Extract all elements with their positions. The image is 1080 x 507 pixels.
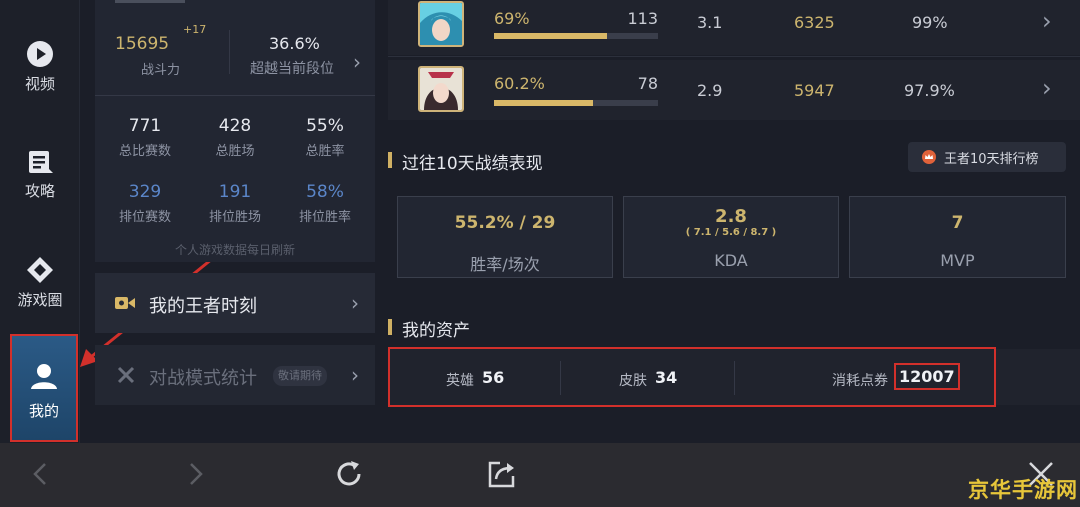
power-label: 战斗力 bbox=[141, 63, 181, 78]
forward-icon[interactable] bbox=[178, 457, 212, 491]
hero-games: 78 bbox=[637, 74, 658, 93]
crossed-swords-icon bbox=[117, 366, 135, 384]
nav-item-community[interactable]: 游戏圈 bbox=[0, 246, 80, 336]
coupon-value: 12007 bbox=[894, 363, 960, 390]
ranked-winrate-label: 排位胜率 bbox=[298, 210, 351, 225]
community-icon bbox=[27, 257, 53, 283]
refresh-note: 个人游戏数据每日刷新 bbox=[174, 243, 295, 257]
hero-row[interactable]: 60.2% 78 2.9 5947 97.9% › bbox=[388, 60, 1080, 120]
browser-toolbar bbox=[0, 443, 1080, 507]
hero-kda: 3.1 bbox=[697, 13, 723, 32]
ranked-games-value: 329 bbox=[128, 182, 162, 202]
divider bbox=[560, 361, 561, 395]
win-rate-bar bbox=[494, 100, 658, 106]
mvp-label: MVP bbox=[940, 251, 975, 270]
hero-score: 6325 bbox=[794, 13, 835, 32]
ranking-button-label: 王者10天排行榜 bbox=[944, 152, 1039, 167]
ranked-wins-label: 排位胜场 bbox=[208, 210, 261, 225]
kda-detail: ( 7.1 / 5.6 / 8.7 ) bbox=[685, 227, 777, 238]
hero-row[interactable]: 69% 113 3.1 6325 99% › bbox=[388, 0, 1080, 55]
divider bbox=[388, 56, 1080, 57]
divider bbox=[734, 361, 735, 395]
mvp-value: 7 bbox=[951, 213, 964, 233]
assets-section-title: 我的资产 bbox=[402, 321, 470, 341]
nav-item-guide[interactable]: 攻略 bbox=[0, 138, 80, 228]
nav-item-me[interactable]: 我的 bbox=[10, 334, 78, 442]
win-rate-bar-fill bbox=[494, 33, 608, 39]
assets-row: 英雄 56 皮肤 34 消耗点券 12007 bbox=[388, 347, 996, 407]
chevron-right-icon: › bbox=[1042, 7, 1052, 35]
guide-icon bbox=[29, 151, 53, 173]
total-winrate-label: 总胜率 bbox=[305, 144, 345, 159]
coupon-label: 消耗点券 bbox=[832, 373, 888, 389]
hero-percent: 99% bbox=[912, 13, 948, 32]
chevron-right-icon: › bbox=[351, 291, 359, 315]
skin-count-value: 34 bbox=[655, 368, 678, 387]
back-icon[interactable] bbox=[24, 457, 58, 491]
profile-panel: 15695 +17 战斗力 36.6% 超越当前段位 › 771 总比赛数 42… bbox=[95, 0, 375, 262]
play-circle-icon bbox=[27, 41, 53, 67]
power-value: 15695 bbox=[115, 34, 170, 54]
hero-avatar bbox=[418, 1, 464, 47]
skin-count-label: 皮肤 bbox=[619, 373, 647, 389]
chevron-right-icon: › bbox=[351, 363, 359, 387]
hero-games: 113 bbox=[627, 9, 658, 28]
mvp-box: 7 MVP bbox=[849, 196, 1066, 278]
hero-avatar bbox=[418, 66, 464, 112]
hero-count-value: 56 bbox=[482, 368, 505, 387]
nav-label-video: 视频 bbox=[24, 75, 55, 93]
total-wins-value: 428 bbox=[218, 116, 252, 136]
assets-row-extension bbox=[996, 349, 1080, 405]
ranked-games-label: 排位赛数 bbox=[118, 210, 171, 225]
divider bbox=[229, 30, 230, 74]
hero-win-rate: 69% bbox=[494, 9, 530, 28]
user-icon bbox=[31, 364, 57, 389]
hero-win-rate: 60.2% bbox=[494, 74, 545, 93]
ranked-wins-value: 191 bbox=[218, 182, 252, 202]
hero-score: 5947 bbox=[794, 81, 835, 100]
hero-count-label: 英雄 bbox=[446, 373, 474, 389]
hero-percent: 97.9% bbox=[904, 81, 955, 100]
watermark: 京华手游网 bbox=[968, 478, 1078, 502]
refresh-icon[interactable] bbox=[332, 457, 366, 491]
chevron-right-icon[interactable]: › bbox=[353, 50, 361, 74]
video-camera-icon bbox=[115, 297, 135, 309]
share-icon[interactable] bbox=[485, 457, 519, 491]
kda-box: 2.8 ( 7.1 / 5.6 / 8.7 ) KDA bbox=[623, 196, 839, 278]
kda-value: 2.8 bbox=[715, 206, 747, 227]
power-delta: +17 bbox=[183, 23, 207, 36]
battle-mode-stats-row[interactable]: 对战模式统计 敬请期待 › bbox=[95, 345, 375, 405]
nav-label-guide: 攻略 bbox=[24, 182, 55, 200]
crown-icon bbox=[922, 150, 936, 164]
win-rate-bar bbox=[494, 33, 658, 39]
winrate-value: 55.2% / 29 bbox=[454, 213, 556, 233]
surpass-label: 超越当前段位 bbox=[250, 61, 334, 77]
winrate-label: 胜率/场次 bbox=[470, 255, 540, 274]
hero-kda: 2.9 bbox=[697, 81, 723, 100]
ranked-winrate-value: 58% bbox=[306, 182, 344, 202]
coming-soon-badge: 敬请期待 bbox=[273, 366, 327, 386]
battle-mode-label: 对战模式统计 bbox=[149, 368, 257, 389]
total-wins-label: 总胜场 bbox=[215, 144, 255, 159]
surpass-value: 36.6% bbox=[269, 34, 320, 53]
total-winrate-value: 55% bbox=[306, 116, 344, 136]
win-rate-bar-fill bbox=[494, 100, 593, 106]
panel-top-fragment bbox=[115, 0, 185, 3]
chevron-right-icon: › bbox=[1042, 74, 1052, 102]
ranking-button[interactable]: 王者10天排行榜 bbox=[908, 142, 1066, 172]
section-marker bbox=[388, 152, 392, 168]
my-moments-row[interactable]: 我的王者时刻 › bbox=[95, 273, 375, 333]
kda-label: KDA bbox=[714, 251, 748, 270]
recent-section-title: 过往10天战绩表现 bbox=[402, 154, 543, 174]
section-marker bbox=[388, 319, 392, 335]
nav-label-me: 我的 bbox=[28, 402, 59, 420]
divider bbox=[95, 95, 375, 96]
nav-item-video[interactable]: 视频 bbox=[0, 30, 80, 120]
winrate-box: 55.2% / 29 胜率/场次 bbox=[397, 196, 613, 278]
my-moments-label: 我的王者时刻 bbox=[149, 296, 257, 317]
total-games-value: 771 bbox=[128, 116, 162, 136]
nav-label-community: 游戏圈 bbox=[17, 291, 63, 309]
total-games-label: 总比赛数 bbox=[118, 144, 171, 159]
